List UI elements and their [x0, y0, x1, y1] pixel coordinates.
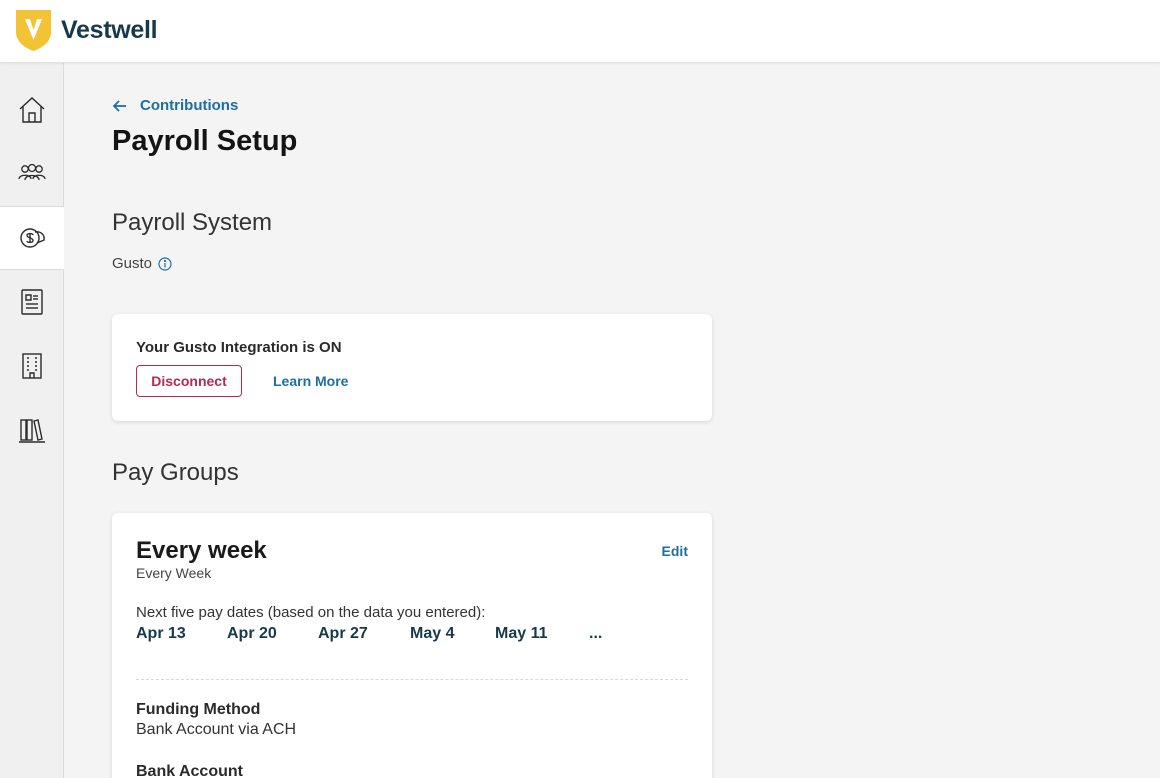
- integration-card: Your Gusto Integration is ON Disconnect …: [112, 314, 712, 421]
- building-icon: [22, 353, 42, 379]
- people-icon: [18, 163, 46, 181]
- brand-name: Vestwell: [61, 16, 158, 44]
- payroll-system-heading: Payroll System: [112, 209, 273, 236]
- sidebar: [0, 63, 64, 778]
- sidebar-item-contributions[interactable]: [0, 206, 64, 270]
- sidebar-item-resources[interactable]: [0, 398, 64, 462]
- sidebar-item-people[interactable]: [0, 142, 64, 206]
- sidebar-item-home[interactable]: [0, 78, 64, 142]
- edit-pay-group-link[interactable]: Edit: [662, 543, 688, 559]
- payroll-system-name: Gusto: [112, 255, 172, 272]
- contributions-icon: [20, 228, 45, 248]
- pay-date: May 11: [495, 625, 548, 642]
- main-content: Contributions Payroll Setup Payroll Syst…: [64, 63, 1160, 778]
- pay-date: Apr 27: [318, 625, 368, 642]
- next-pay-dates-label: Next five pay dates (based on the data y…: [136, 604, 486, 621]
- pay-groups-heading: Pay Groups: [112, 459, 239, 486]
- disconnect-button[interactable]: Disconnect: [136, 365, 242, 397]
- logo-shield-icon: [16, 10, 51, 51]
- pay-group-card: Every week Every Week Edit Next five pay…: [112, 513, 712, 778]
- vestwell-logo[interactable]: Vestwell: [16, 10, 158, 51]
- integration-status: Your Gusto Integration is ON: [136, 339, 342, 356]
- arrow-left-icon: [112, 99, 126, 112]
- library-icon: [19, 419, 45, 443]
- sidebar-item-company[interactable]: [0, 334, 64, 398]
- pay-dates-list: Apr 13 Apr 20 Apr 27 May 4 May 11 ...: [136, 625, 696, 647]
- pay-date-ellipsis: ...: [589, 625, 603, 642]
- divider: [136, 679, 688, 680]
- info-icon[interactable]: [158, 256, 172, 271]
- top-bar: Vestwell: [0, 0, 1160, 63]
- pay-date: Apr 13: [136, 625, 186, 642]
- funding-method-value: Bank Account via ACH: [136, 721, 297, 738]
- page-title: Payroll Setup: [112, 125, 298, 157]
- pay-group-frequency: Every Week: [136, 565, 212, 581]
- breadcrumb-back-link[interactable]: Contributions: [112, 97, 238, 114]
- funding-method-label: Funding Method: [136, 701, 261, 718]
- pay-date: May 4: [410, 625, 455, 642]
- bank-account-label: Bank Account: [136, 763, 243, 778]
- home-icon: [19, 97, 45, 123]
- pay-date: Apr 20: [227, 625, 277, 642]
- pay-group-name: Every week: [136, 537, 267, 564]
- learn-more-link[interactable]: Learn More: [273, 373, 348, 389]
- sidebar-item-documents[interactable]: [0, 270, 64, 334]
- breadcrumb-label: Contributions: [140, 97, 239, 114]
- payroll-system-value: Gusto: [112, 255, 153, 272]
- documents-icon: [21, 289, 43, 315]
